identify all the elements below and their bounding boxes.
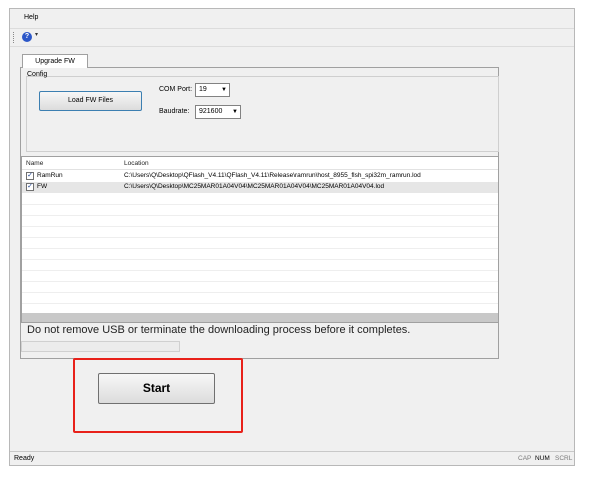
row-name: RamRun [37,172,63,179]
toolbar: ? ▾ [10,28,574,47]
toolbar-overflow-icon[interactable]: ▾ [35,32,38,38]
load-fw-files-button[interactable]: Load FW Files [39,91,142,111]
chevron-down-icon: ▼ [232,109,238,115]
warning-message: Do not remove USB or terminate the downl… [27,324,411,336]
horizontal-scrollbar[interactable] [22,313,498,322]
table-gridline [22,270,498,271]
table-gridline [22,204,498,205]
scroll-lock-indicator: SCRL [555,455,573,462]
app-window: Help ? ▾ Upgrade FW Config Load FW Files… [9,8,575,466]
status-text: Ready [14,455,35,462]
chevron-down-icon: ▼ [221,87,227,93]
table-gridline [22,237,498,238]
status-bar: Ready CAP NUM SCRL [10,451,574,465]
tab-upgrade-fw[interactable]: Upgrade FW [22,54,88,68]
row-checkbox[interactable]: ✓ [26,183,34,191]
toolbar-grip-handle[interactable] [13,32,16,43]
row-location: C:\Users\Q\Desktop\QFlash_V4.11\QFlash_V… [124,172,421,179]
menu-help[interactable]: Help [24,14,38,21]
table-row[interactable]: ✓ RamRun C:\Users\Q\Desktop\QFlash_V4.11… [22,171,498,182]
table-row[interactable]: ✓ FW C:\Users\Q\Desktop\MC25MAR01A04V04\… [22,182,498,193]
download-progress-bar [21,341,180,352]
com-port-value: 19 [199,86,207,93]
table-gridline [22,259,498,260]
table-gridline [22,226,498,227]
column-header-name[interactable]: Name [26,160,43,167]
table-gridline [22,281,498,282]
baudrate-select[interactable]: 921600 ▼ [195,105,241,119]
caps-lock-indicator: CAP [518,455,532,462]
row-location: C:\Users\Q\Desktop\MC25MAR01A04V04\MC25M… [124,183,385,190]
table-header: Name Location [22,157,498,170]
menu-bar: Help [10,9,574,27]
fw-files-table[interactable]: Name Location ✓ RamRun C:\Users\Q\Deskto… [21,156,499,323]
row-name: FW [37,183,48,190]
com-port-select[interactable]: 19 ▼ [195,83,230,97]
table-gridline [22,303,498,304]
baudrate-label: Baudrate: [159,108,190,115]
baudrate-value: 921600 [199,108,223,115]
table-gridline [22,248,498,249]
num-lock-indicator: NUM [535,455,550,462]
row-checkbox[interactable]: ✓ [26,172,34,180]
highlight-box [73,358,243,433]
table-gridline [22,215,498,216]
config-group [26,76,499,152]
table-gridline [22,292,498,293]
help-icon[interactable]: ? [22,32,32,42]
com-port-label: COM Port: [159,86,193,93]
column-header-location[interactable]: Location [124,160,149,167]
config-group-label: Config [27,71,48,78]
